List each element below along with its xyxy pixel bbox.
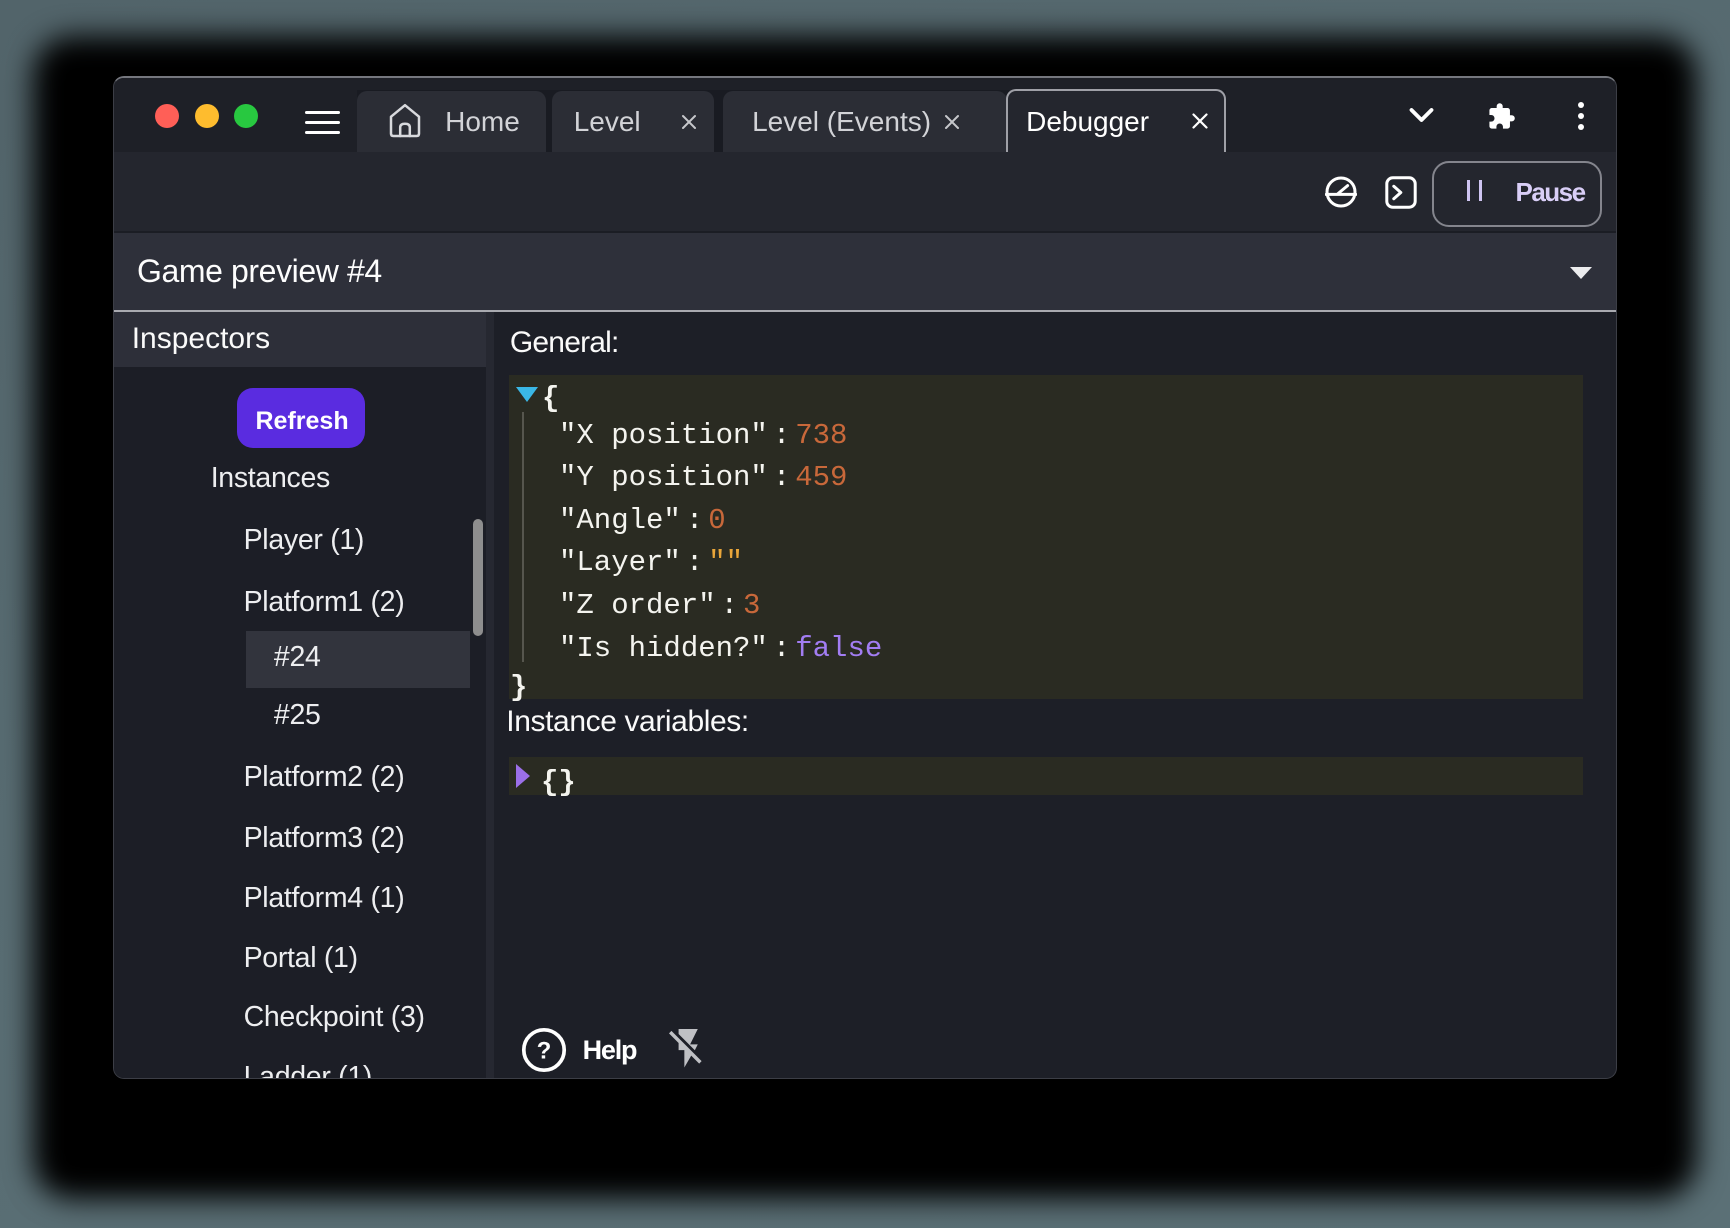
svg-text:?: ? bbox=[537, 1037, 552, 1064]
